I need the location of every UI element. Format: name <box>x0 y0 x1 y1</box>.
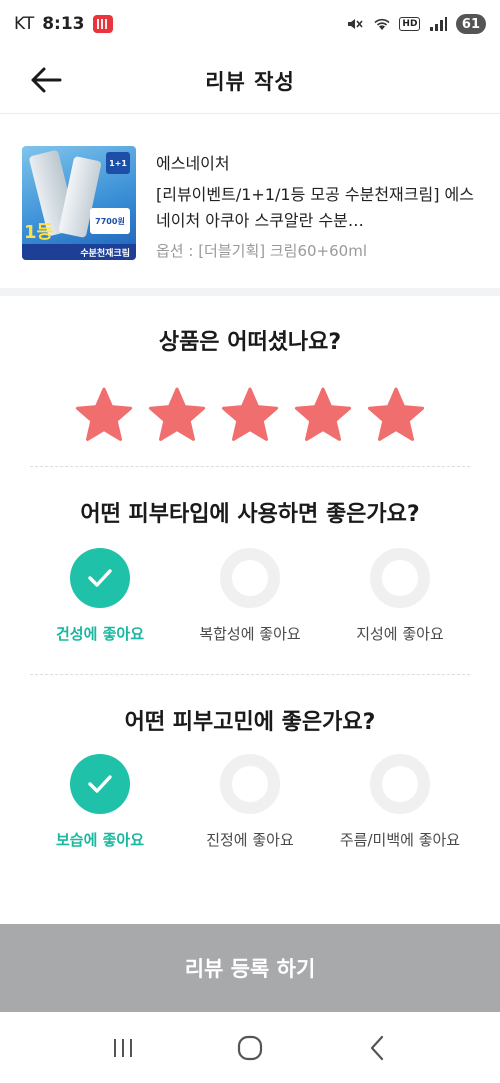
home-button[interactable] <box>225 1028 275 1068</box>
star-rating <box>74 386 426 446</box>
signal-icon <box>428 15 448 33</box>
product-info: 에스네이처 [리뷰이벤트/1+1/1등 모공 수분천재크림] 에스네이처 아쿠아… <box>156 146 478 288</box>
product-name: [리뷰이벤트/1+1/1등 모공 수분천재크림] 에스네이처 아쿠아 스쿠알란 … <box>156 185 474 230</box>
chevron-left-icon <box>370 1035 383 1060</box>
battery-icon: 61 <box>455 14 486 34</box>
home-icon <box>237 1035 263 1060</box>
carrier-label: KT <box>14 14 35 34</box>
skin-concern-option-label: 보습에 좋아요 <box>55 831 145 849</box>
review-write-screen: KT 8:13 HD 61 리뷰 작성 1+1 7700원 1등 수분천재크림 … <box>0 0 500 1083</box>
skin-concern-question: 어떤 피부고민에 좋은가요? <box>124 710 376 735</box>
product-brand: 에스네이처 <box>156 154 230 173</box>
page-title: 리뷰 작성 <box>205 69 295 94</box>
star-icon[interactable] <box>220 386 280 446</box>
empty-circle-icon <box>370 754 430 814</box>
recent-apps-button[interactable] <box>98 1028 148 1068</box>
arrow-left-icon <box>31 67 62 93</box>
product-option: 옵션 : [더블기획] 크림60+60ml <box>156 242 367 260</box>
product-thumbnail: 1+1 7700원 1등 수분천재크림 <box>22 146 136 260</box>
empty-circle-icon <box>220 754 280 814</box>
back-button[interactable] <box>26 62 66 98</box>
thumbnail-badge: 1+1 <box>106 152 130 174</box>
skin-type-option-label: 건성에 좋아요 <box>55 625 145 643</box>
rating-question: 상품은 어떠셨나요? <box>158 330 342 355</box>
skin-concern-option-label: 주름/미백에 좋아요 <box>339 831 461 849</box>
status-bar: KT 8:13 HD 61 <box>0 0 500 48</box>
check-circle-icon <box>70 548 130 608</box>
skin-concern-option[interactable]: 진정에 좋아요 <box>180 754 320 852</box>
thumbnail-rank: 1등 <box>24 222 54 243</box>
app-header: 리뷰 작성 <box>0 48 500 114</box>
wifi-icon <box>372 15 392 33</box>
skin-type-option[interactable]: 지성에 좋아요 <box>330 548 470 646</box>
check-circle-icon <box>70 754 130 814</box>
clock: 8:13 <box>42 14 85 34</box>
skin-concern-option[interactable]: 주름/미백에 좋아요 <box>330 754 470 852</box>
empty-circle-icon <box>220 548 280 608</box>
thumbnail-ribbon: 수분천재크림 <box>22 244 136 260</box>
star-icon[interactable] <box>147 386 207 446</box>
submit-review-button[interactable]: 리뷰 등록 하기 <box>0 924 500 1012</box>
skin-type-option-label: 복합성에 좋아요 <box>199 625 301 643</box>
dashed-divider <box>30 466 470 467</box>
product-card: 1+1 7700원 1등 수분천재크림 에스네이처 [리뷰이벤트/1+1/1등 … <box>0 114 500 288</box>
system-back-button[interactable] <box>352 1028 402 1068</box>
star-icon[interactable] <box>293 386 353 446</box>
dashed-divider <box>30 674 470 675</box>
skin-type-option-label: 지성에 좋아요 <box>356 625 444 643</box>
skin-type-question: 어떤 피부타입에 사용하면 좋은가요? <box>80 502 420 527</box>
recent-apps-icon <box>114 1038 133 1057</box>
mute-icon <box>344 15 364 33</box>
thumbnail-price: 7700원 <box>90 208 130 234</box>
skin-type-option[interactable]: 복합성에 좋아요 <box>180 548 320 646</box>
skin-concern-option[interactable]: 보습에 좋아요 <box>30 754 170 852</box>
system-nav-bar <box>0 1012 500 1083</box>
skin-concern-options: 보습에 좋아요 진정에 좋아요 주름/미백에 좋아요 <box>30 754 470 852</box>
star-icon[interactable] <box>366 386 426 446</box>
skin-concern-option-label: 진정에 좋아요 <box>206 831 294 849</box>
star-icon[interactable] <box>74 386 134 446</box>
skin-type-option[interactable]: 건성에 좋아요 <box>30 548 170 646</box>
section-divider <box>0 288 500 296</box>
app-notification-icon <box>92 15 113 33</box>
hd-voice-icon: HD <box>399 15 421 33</box>
empty-circle-icon <box>370 548 430 608</box>
skin-type-options: 건성에 좋아요 복합성에 좋아요 지성에 좋아요 <box>30 548 470 646</box>
